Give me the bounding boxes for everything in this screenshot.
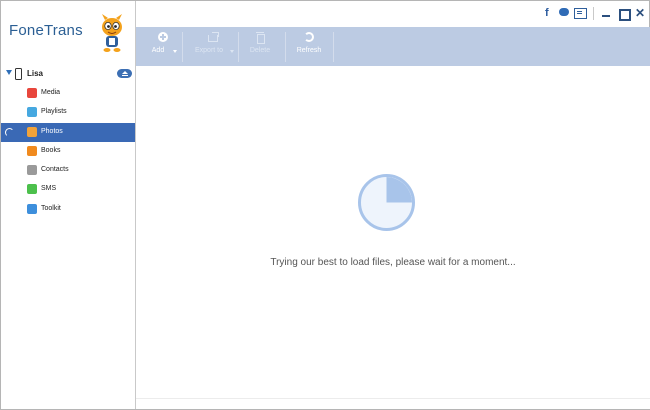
toolbar-divider [285, 32, 286, 62]
delete-label: Delete [249, 47, 271, 54]
sidebar: FoneTrans Lisa Media Playlists Photos Bo… [1, 1, 136, 409]
eject-icon[interactable] [117, 69, 132, 78]
chat-icon[interactable] [559, 7, 570, 20]
window-controls: f ✕ [541, 7, 647, 21]
minimize-button[interactable] [602, 7, 611, 20]
contacts-icon [27, 165, 37, 175]
facebook-icon[interactable]: f [545, 7, 553, 20]
close-button[interactable]: ✕ [635, 7, 645, 20]
chevron-down-icon[interactable] [173, 50, 177, 53]
iphone-icon [15, 68, 22, 80]
app-logo-text: FoneTrans [9, 22, 83, 39]
sidebar-item-label: SMS [41, 185, 57, 192]
divider [136, 398, 650, 399]
export-label: Export to [194, 47, 223, 54]
loading-progress-wedge [386, 177, 412, 203]
add-button[interactable]: Add [144, 27, 182, 66]
brand-area: FoneTrans [1, 1, 135, 63]
collapse-caret-icon[interactable] [6, 70, 12, 75]
trash-icon [255, 32, 265, 44]
refresh-label: Refresh [296, 47, 322, 54]
device-name: Lisa [27, 69, 44, 78]
refresh-button[interactable]: Refresh [289, 27, 329, 66]
export-icon [208, 32, 219, 42]
playlist-icon [27, 107, 37, 117]
chevron-down-icon[interactable] [230, 50, 234, 53]
content-area: Trying our best to load files, please wa… [136, 66, 650, 409]
export-button[interactable]: Export to [189, 27, 237, 66]
toolbar: Add Export to Delete Refresh [136, 27, 650, 66]
add-label: Add [151, 47, 165, 54]
feedback-icon[interactable] [574, 7, 587, 20]
sidebar-item-contacts[interactable]: Contacts [1, 161, 135, 180]
sidebar-item-media[interactable]: Media [1, 84, 135, 103]
toolkit-icon [27, 204, 37, 214]
sms-icon [27, 184, 37, 194]
sidebar-item-label: Playlists [41, 108, 67, 115]
sidebar-item-photos[interactable]: Photos [1, 123, 135, 142]
loading-clock-icon [358, 174, 415, 231]
maximize-button[interactable] [619, 7, 631, 21]
sidebar-item-label: Contacts [41, 166, 69, 173]
sidebar-item-books[interactable]: Books [1, 142, 135, 161]
sidebar-item-label: Photos [41, 128, 63, 135]
sidebar-item-label: Media [41, 89, 61, 96]
mascot-logo-icon [102, 14, 122, 52]
loading-message: Trying our best to load files, please wa… [270, 257, 516, 268]
books-icon [27, 146, 37, 156]
photos-icon [27, 127, 37, 137]
refresh-icon [304, 32, 314, 42]
sidebar-item-toolkit[interactable]: Toolkit [1, 200, 135, 219]
add-icon [158, 32, 168, 42]
divider [593, 7, 594, 20]
toolbar-divider [333, 32, 334, 62]
toolbar-divider [182, 32, 183, 62]
sidebar-item-playlists[interactable]: Playlists [1, 103, 135, 122]
loading-spinner-icon [5, 128, 14, 137]
fonetrans-window: FoneTrans Lisa Media Playlists Photos Bo… [0, 0, 650, 410]
device-row[interactable]: Lisa [1, 66, 135, 84]
media-icon [27, 88, 37, 98]
sidebar-item-sms[interactable]: SMS [1, 180, 135, 199]
toolbar-divider [238, 32, 239, 62]
delete-button[interactable]: Delete [242, 27, 278, 66]
sidebar-item-label: Toolkit [41, 205, 61, 212]
sidebar-item-label: Books [41, 147, 61, 154]
